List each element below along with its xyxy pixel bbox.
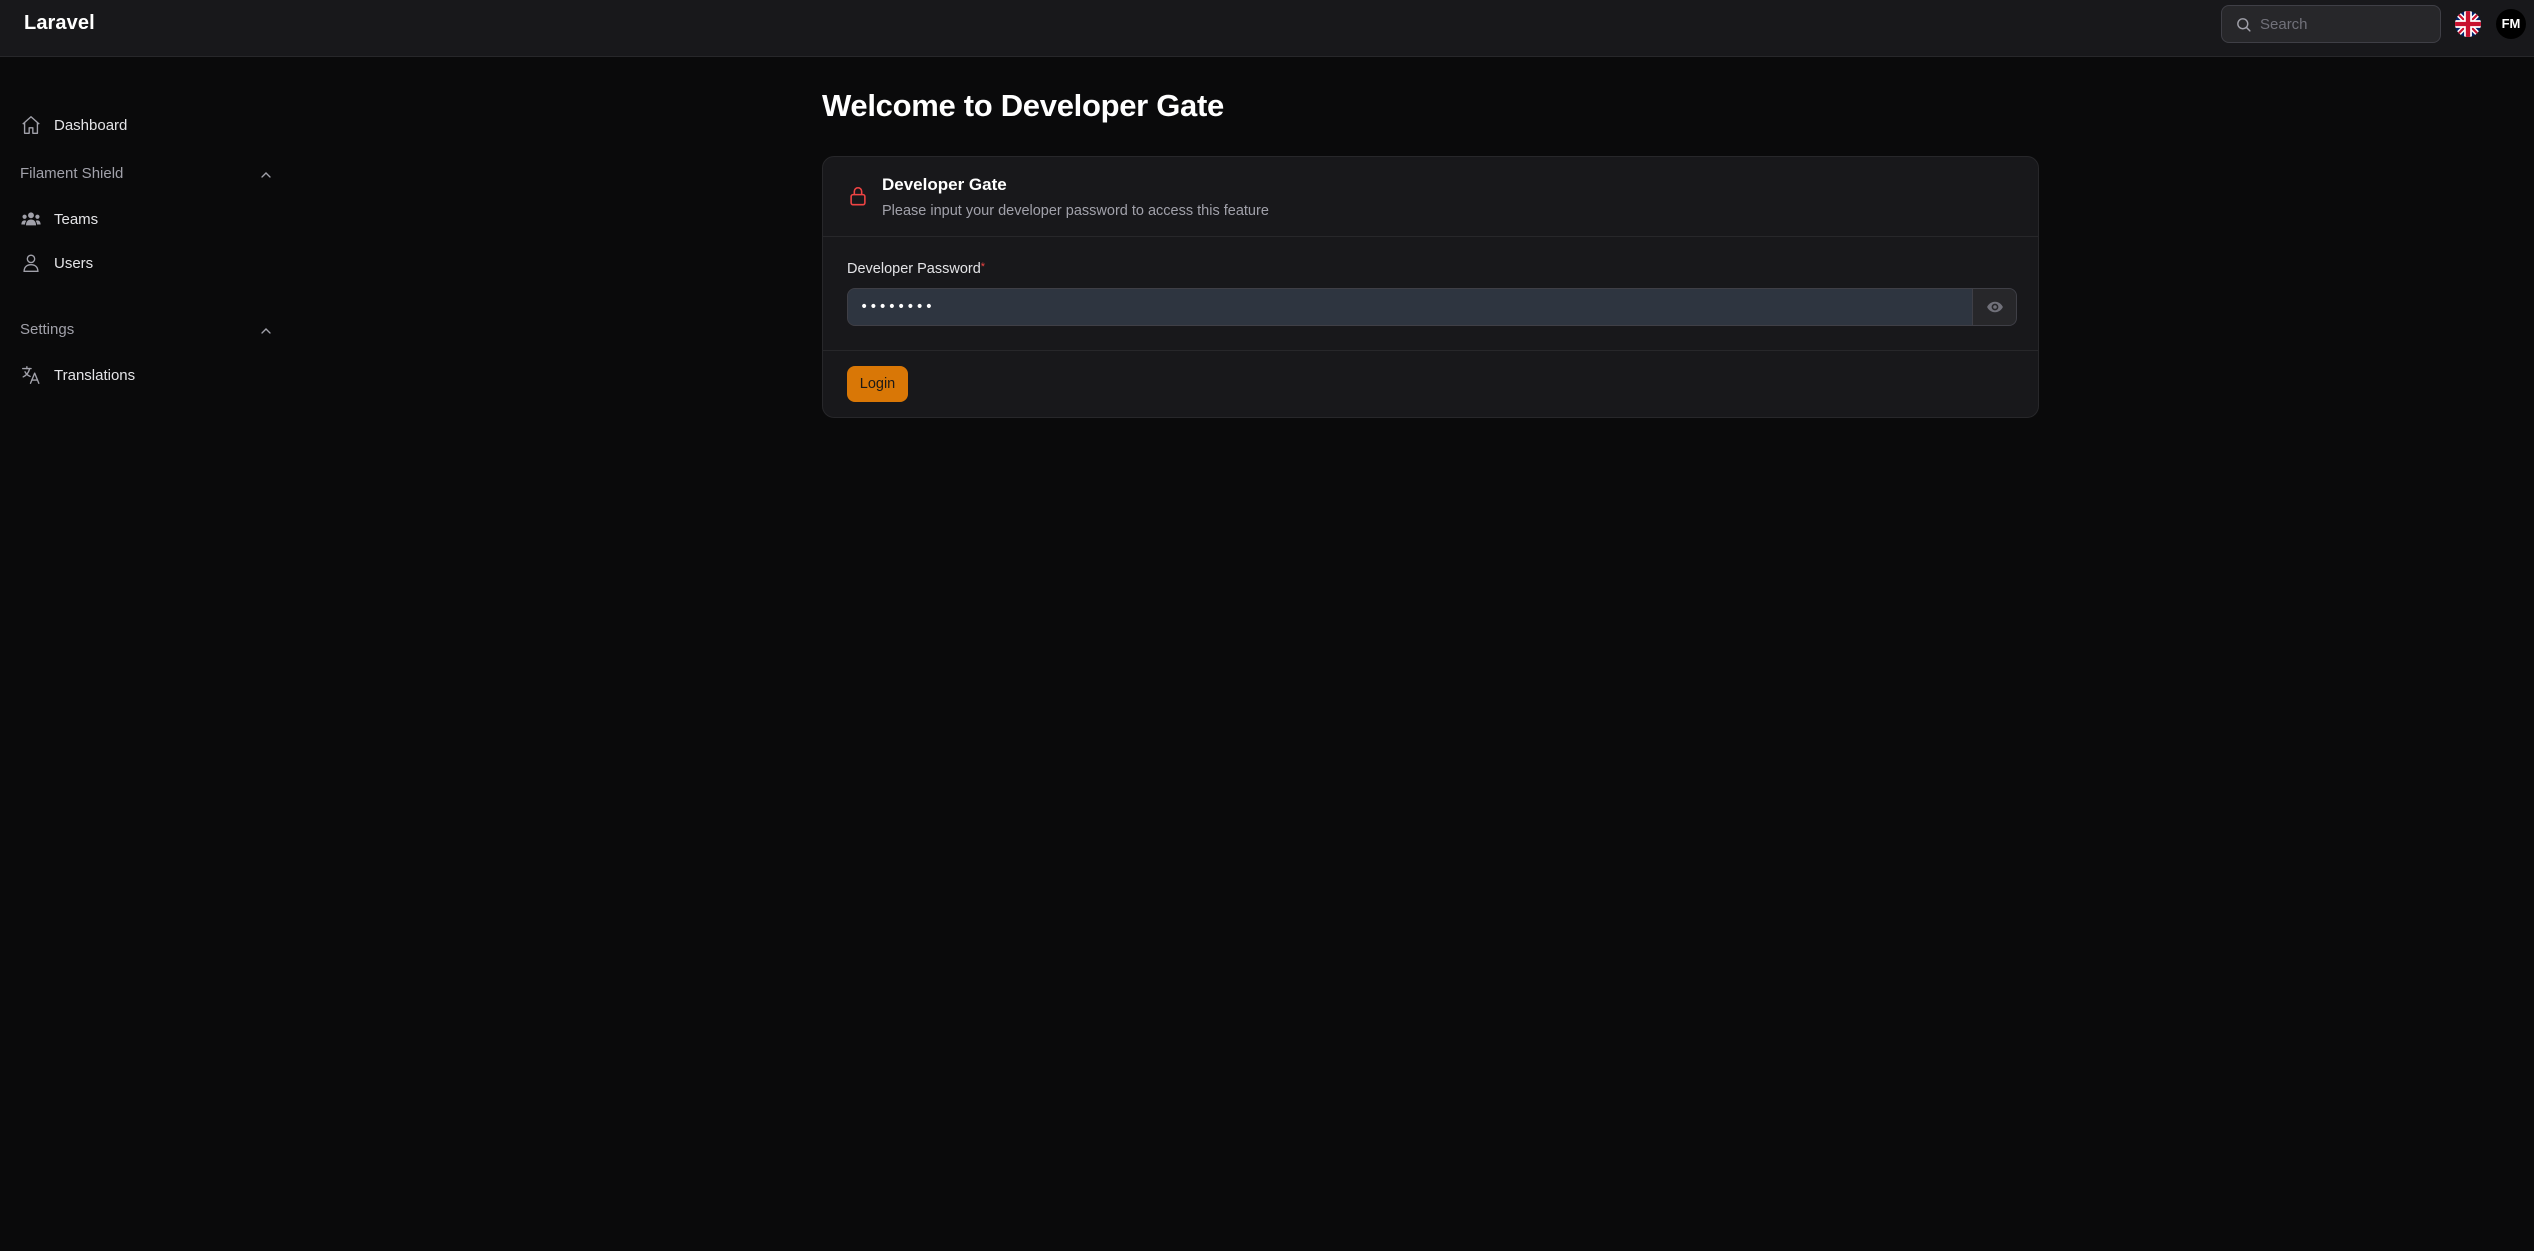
search-input[interactable] (2260, 6, 2435, 42)
card-title: Developer Gate (882, 175, 1007, 194)
topbar: Laravel FM (0, 0, 2534, 57)
search-box[interactable] (2221, 5, 2441, 43)
home-icon (22, 116, 40, 134)
uk-flag-icon (2455, 11, 2481, 37)
password-label-text: Developer Password (847, 261, 981, 277)
user-avatar[interactable]: FM (2496, 9, 2526, 39)
sidebar-item-users[interactable]: Users (12, 245, 280, 281)
card-footer-divider (823, 350, 2038, 351)
sidebar-item-dashboard[interactable]: Dashboard (12, 107, 280, 143)
required-mark: * (980, 261, 986, 273)
chevron-up-icon[interactable] (258, 167, 274, 183)
sidebar-item-label: Teams (54, 210, 99, 228)
lock-icon (850, 186, 866, 206)
password-input[interactable] (848, 289, 1971, 325)
card-description: Please input your developer password to … (882, 203, 1269, 219)
sidebar-item-label: Users (54, 254, 94, 272)
sidebar-item-label: Translations (54, 366, 136, 384)
sidebar-group-settings[interactable]: Settings (20, 321, 74, 338)
developer-gate-card: Developer Gate Please input your develop… (822, 156, 2039, 418)
brand-logo[interactable]: Laravel (24, 12, 95, 35)
sidebar: Dashboard Filament Shield Teams Users Se… (0, 57, 290, 1251)
login-button[interactable]: Login (847, 366, 908, 402)
user-icon (23, 254, 39, 272)
sidebar-item-label: Dashboard (54, 116, 128, 134)
eye-icon (1986, 301, 2003, 313)
chevron-up-icon[interactable] (258, 323, 274, 339)
language-icon (22, 366, 40, 384)
sidebar-group-filament-shield[interactable]: Filament Shield (20, 165, 123, 182)
search-icon (2237, 18, 2251, 32)
card-header: Developer Gate Please input your develop… (823, 157, 2038, 237)
toggle-password-visibility-button[interactable] (1972, 289, 2016, 325)
page-title: Welcome to Developer Gate (822, 88, 1224, 123)
sidebar-item-translations[interactable]: Translations (12, 357, 280, 393)
password-label: Developer Password* (847, 261, 985, 277)
sidebar-item-teams[interactable]: Teams (12, 201, 280, 237)
language-switcher[interactable] (2455, 11, 2481, 37)
password-field-wrapper (847, 288, 2017, 326)
users-group-icon (21, 212, 41, 226)
